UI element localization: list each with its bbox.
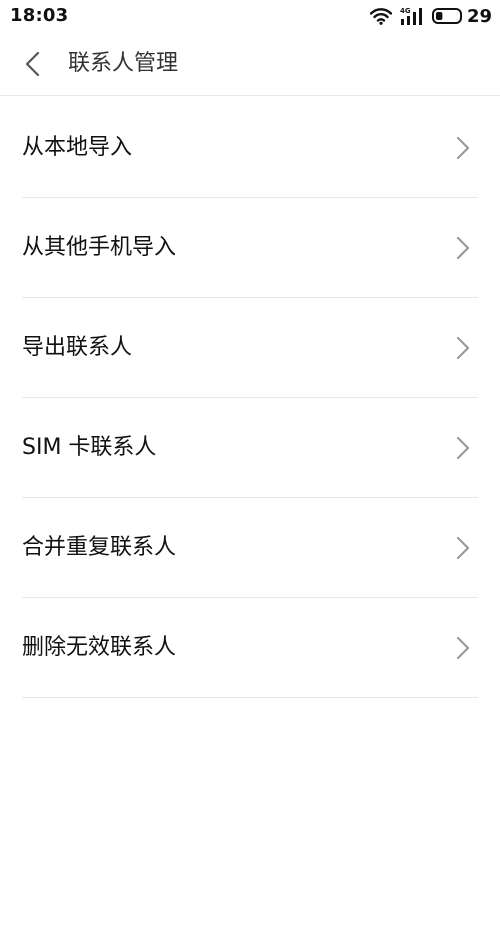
menu-item-import-other-phone[interactable]: 从其他手机导入 [0, 198, 500, 298]
network-type-label: 4G [400, 7, 411, 15]
chevron-right-icon [456, 236, 470, 260]
menu-item-import-local[interactable]: 从本地导入 [0, 98, 500, 198]
menu-item-merge-duplicates[interactable]: 合并重复联系人 [0, 498, 500, 598]
chevron-left-icon [25, 51, 40, 77]
menu-item-label: 删除无效联系人 [22, 635, 177, 660]
menu-item-label: SIM 卡联系人 [22, 435, 157, 460]
menu-item-sim-contacts[interactable]: SIM 卡联系人 [0, 398, 500, 498]
status-bar: 18:03 4G 29 [0, 0, 500, 32]
page-title: 联系人管理 [68, 51, 179, 76]
menu-item-delete-invalid[interactable]: 删除无效联系人 [0, 598, 500, 698]
chevron-right-icon [456, 536, 470, 560]
chevron-right-icon [456, 136, 470, 160]
menu-item-label: 从本地导入 [22, 135, 133, 160]
contact-management-menu: 从本地导入 从其他手机导入 导出联系人 SIM 卡联系人 合并重复联系人 删除无… [0, 98, 500, 698]
menu-item-label: 导出联系人 [22, 335, 133, 360]
battery-icon [431, 8, 462, 24]
signal-icon: 4G [400, 7, 422, 25]
wifi-icon [369, 8, 392, 25]
menu-item-export-contacts[interactable]: 导出联系人 [0, 298, 500, 398]
menu-item-label: 合并重复联系人 [22, 535, 177, 560]
status-icons: 4G 29 [369, 3, 492, 29]
chevron-right-icon [456, 336, 470, 360]
chevron-right-icon [456, 636, 470, 660]
status-time: 18:03 [10, 5, 69, 26]
menu-item-label: 从其他手机导入 [22, 235, 177, 260]
back-button[interactable] [14, 46, 50, 82]
chevron-right-icon [456, 436, 470, 460]
title-bar: 联系人管理 [0, 32, 500, 96]
battery-level: 29 [466, 5, 492, 27]
